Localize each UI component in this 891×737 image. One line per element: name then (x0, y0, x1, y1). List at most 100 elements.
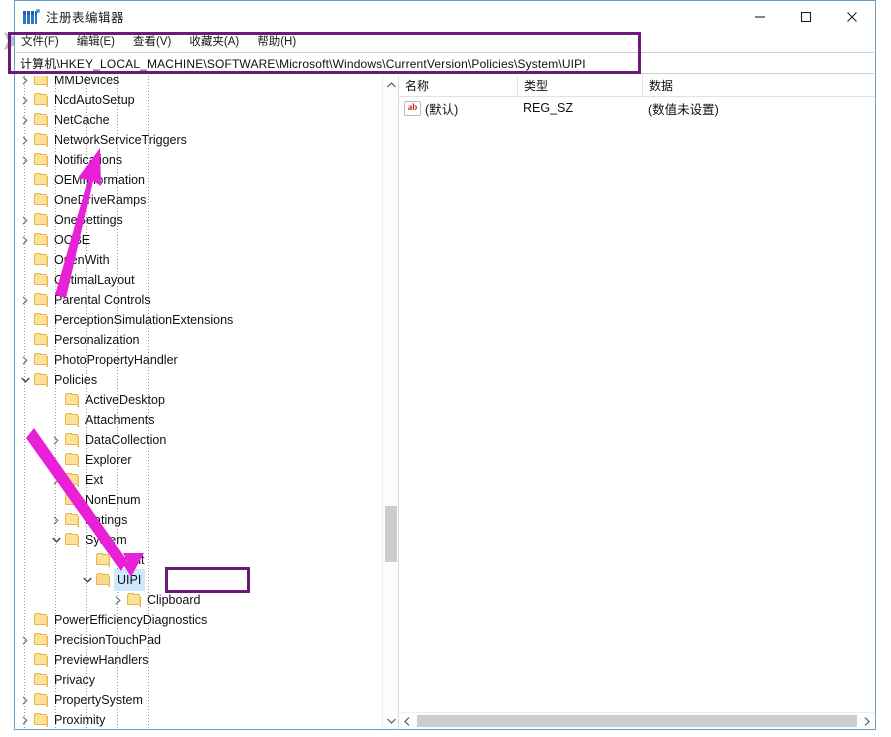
registry-key-tree[interactable]: MMDevices NcdAutoSetup NetCache NetworkServ… (15, 76, 382, 729)
menu-item-3[interactable]: 查看(V) (133, 32, 179, 52)
tree-item[interactable]: Explorer (15, 450, 382, 470)
tree-item[interactable]: OneDriveRamps (15, 190, 382, 210)
screen: 戈片文创 「机又王文量 窗入厂 功定」 已自用 平经法规 测自然用 宝运用 法规… (0, 0, 891, 737)
tree-item[interactable]: Ratings (15, 510, 382, 530)
chevron-down-icon[interactable] (79, 570, 95, 590)
address-input[interactable]: 计算机\HKEY_LOCAL_MACHINE\SOFTWARE\Microsof… (20, 55, 586, 72)
tree-item[interactable]: Notifications (15, 150, 382, 170)
tree-item[interactable]: PhotoPropertyHandler (15, 350, 382, 370)
close-button[interactable] (829, 1, 875, 32)
chevron-right-icon[interactable] (17, 230, 33, 250)
tree-item[interactable]: PerceptionSimulationExtensions (15, 310, 382, 330)
tree-item[interactable]: MMDevices (15, 76, 382, 90)
chevron-right-icon[interactable] (17, 210, 33, 230)
window-title: 注册表编辑器 (46, 11, 125, 25)
tree-item[interactable]: NetCache (15, 110, 382, 130)
tree-leaf-spacer (17, 330, 33, 350)
tree-item[interactable]: OpenWith (15, 250, 382, 270)
chevron-right-icon[interactable] (17, 110, 33, 130)
tree-leaf-spacer (48, 390, 64, 410)
folder-icon (33, 670, 50, 690)
minimize-button[interactable] (737, 1, 783, 32)
tree-item[interactable]: NcdAutoSetup (15, 90, 382, 110)
tree-item[interactable]: NetworkServiceTriggers (15, 130, 382, 150)
menu-bar: 文件(F) 编辑(E) 查看(V) 收藏夹(A) 帮助(H) (15, 32, 875, 52)
tree-item-selected[interactable]: UIPI (15, 569, 382, 591)
tree-item[interactable]: Clipboard (15, 590, 382, 610)
chevron-right-icon[interactable] (17, 350, 33, 370)
column-header-data[interactable]: 数据 (642, 76, 875, 96)
column-header-type[interactable]: 类型 (517, 76, 642, 96)
tree-item[interactable]: DataCollection (15, 430, 382, 450)
folder-icon (33, 310, 50, 330)
menu-item-5[interactable]: 帮助(H) (257, 32, 304, 52)
values-horizontal-scrollbar[interactable] (399, 712, 875, 729)
menu-item-4[interactable]: 收藏夹(A) (189, 32, 247, 52)
tree-item-label: Audit (116, 553, 145, 567)
address-bar[interactable]: 计算机\HKEY_LOCAL_MACHINE\SOFTWARE\Microsof… (16, 52, 874, 74)
chevron-right-icon[interactable] (17, 130, 33, 150)
tree-item-label: UIPI (114, 569, 146, 591)
scroll-right-icon[interactable] (859, 713, 875, 729)
chevron-right-icon[interactable] (48, 510, 64, 530)
folder-icon (126, 590, 143, 610)
tree-item[interactable]: Ext (15, 470, 382, 490)
chevron-down-icon[interactable] (48, 530, 64, 550)
tree-item[interactable]: OptimalLayout (15, 270, 382, 290)
folder-icon (33, 290, 50, 310)
title-bar[interactable]: 注册表编辑器 (15, 1, 875, 32)
scroll-left-icon[interactable] (399, 713, 415, 729)
tree-item[interactable]: PrecisionTouchPad (15, 630, 382, 650)
tree-item[interactable]: PreviewHandlers (15, 650, 382, 670)
tree-item-label: OptimalLayout (54, 273, 135, 287)
tree-item[interactable]: PowerEfficiencyDiagnostics (15, 610, 382, 630)
tree-item[interactable]: OEMInformation (15, 170, 382, 190)
chevron-right-icon[interactable] (110, 590, 126, 610)
tree-item-label: ActiveDesktop (85, 393, 165, 407)
chevron-down-icon[interactable] (17, 370, 33, 390)
tree-vertical-scrollbar[interactable] (382, 76, 398, 729)
folder-icon (33, 330, 50, 350)
menu-item-1[interactable]: 文件(F) (21, 32, 67, 52)
maximize-button[interactable] (783, 1, 829, 32)
tree-item[interactable]: System (15, 530, 382, 550)
chevron-right-icon[interactable] (17, 690, 33, 710)
tree-item[interactable]: Privacy (15, 670, 382, 690)
tree-item[interactable]: Personalization (15, 330, 382, 350)
chevron-right-icon[interactable] (17, 90, 33, 110)
tree-item[interactable]: Parental Controls (15, 290, 382, 310)
tree-leaf-spacer (17, 270, 33, 290)
tree-item-label: Privacy (54, 673, 95, 687)
tree-item-label: System (85, 533, 127, 547)
tree-item[interactable]: PropertySystem (15, 690, 382, 710)
tree-item[interactable]: Policies (15, 370, 382, 390)
scroll-up-icon[interactable] (383, 76, 398, 93)
scroll-down-icon[interactable] (383, 712, 398, 729)
tree-item[interactable]: OOBE (15, 230, 382, 250)
tree-item[interactable]: Attachments (15, 410, 382, 430)
chevron-right-icon[interactable] (17, 150, 33, 170)
chevron-right-icon[interactable] (48, 470, 64, 490)
tree-item[interactable]: OneSettings (15, 210, 382, 230)
tree-scroll-thumb[interactable] (385, 506, 397, 562)
chevron-right-icon[interactable] (17, 76, 33, 90)
tree-item[interactable]: Proximity (15, 710, 382, 729)
tree-item-label: PropertySystem (54, 693, 143, 707)
values-list[interactable]: ab (默认) REG_SZ (数值未设置) (399, 97, 875, 119)
value-row[interactable]: ab (默认) REG_SZ (数值未设置) (399, 97, 875, 119)
tree-item-label: NonEnum (85, 493, 141, 507)
chevron-right-icon[interactable] (17, 710, 33, 729)
chevron-right-icon[interactable] (17, 290, 33, 310)
folder-icon (64, 530, 81, 550)
values-scroll-thumb[interactable] (417, 715, 857, 727)
tree-item[interactable]: Audit (15, 550, 382, 570)
folder-icon (33, 270, 50, 290)
tree-item[interactable]: NonEnum (15, 490, 382, 510)
tree-item-label: Notifications (54, 153, 123, 167)
tree-item[interactable]: ActiveDesktop (15, 390, 382, 410)
column-header-name[interactable]: 名称 (399, 76, 517, 96)
menu-item-2[interactable]: 编辑(E) (77, 32, 123, 52)
chevron-right-icon[interactable] (17, 630, 33, 650)
chevron-right-icon[interactable] (48, 430, 64, 450)
tree-item-label: Ext (85, 473, 104, 487)
